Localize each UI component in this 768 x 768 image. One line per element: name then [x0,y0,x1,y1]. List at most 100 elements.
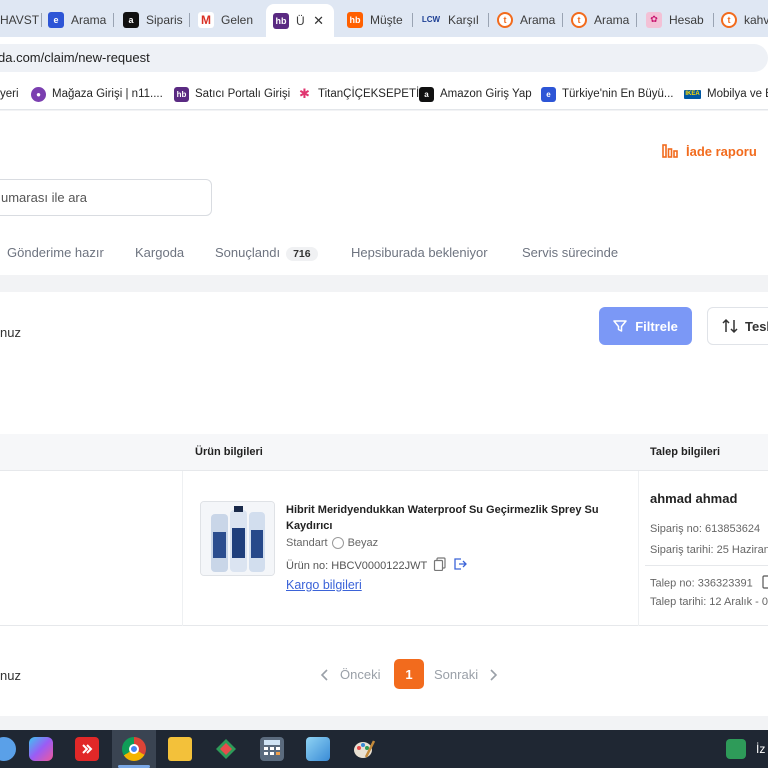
bookmark-label: Amazon Giriş Yap [440,88,532,100]
sort-button[interactable]: Tesl [707,307,768,345]
tab-separator [636,13,637,27]
calculator-icon[interactable] [260,737,284,761]
tab-completed[interactable]: Sonuçlandı 716 [215,245,318,261]
order-search-input[interactable]: umarası ile ara [0,179,212,216]
table-row: Hibrit Meridyendukkan Waterproof Su Geçi… [0,471,768,626]
filter-icon [613,320,627,332]
next-page-button[interactable]: Sonraki [434,667,500,682]
address-bar: da.com/claim/new-request [0,37,768,79]
tab-label: Müşte [370,12,403,27]
column-divider [638,471,639,626]
return-report-link[interactable]: İade raporu [662,142,757,161]
browser-tab[interactable]: e Arama [48,6,114,33]
shipping-info-link[interactable]: Kargo bilgileri [286,578,362,592]
notes-app-icon[interactable] [306,737,330,761]
ikea-icon: IKEA [684,89,701,99]
bookmark-item[interactable]: ● Mağaza Girişi | n11.... [31,85,163,103]
previous-label: Önceki [340,667,381,682]
tray-text: İz [756,742,766,756]
current-page-button[interactable]: 1 [394,659,424,689]
tab-label: kahve [744,12,768,27]
bookmark-item[interactable]: ✱ TitanÇİÇEKSEPETİ [297,85,419,103]
windows-taskbar: İz [0,730,768,768]
browser-tab[interactable]: ✿ Hesab [646,6,714,33]
order-date: Sipariş tarihi: 25 Haziran [650,544,768,556]
browser-tab[interactable]: M Gelen [198,6,260,33]
customer-name: ahmad ahmad [650,491,738,506]
color-swatch-icon [331,537,344,549]
previous-page-button[interactable]: Önceki [318,667,380,682]
chrome-icon[interactable] [122,737,146,761]
return-report-label: İade raporu [686,144,757,159]
tab-label: Arama [594,12,630,27]
tab-separator [488,13,489,27]
page-content: İade raporu umarası ile ara Gönderime ha… [0,111,768,730]
tab-ready-to-ship[interactable]: Gönderime hazır [7,245,104,260]
orange-circle-icon: t [571,11,587,28]
browser-tab[interactable]: hb Müşte [347,6,413,33]
product-number: Ürün no: HBCV0000122JWT [286,557,468,574]
bar-chart-icon [662,142,678,161]
bookmark-label: TitanÇİÇEKSEPETİ [318,88,420,100]
close-tab-icon[interactable]: ✕ [313,13,324,29]
tab-separator [713,13,714,27]
copy-icon[interactable] [433,557,447,574]
bookmark-item[interactable]: e Türkiye'nin En Büyü... [541,85,674,103]
tab-in-service[interactable]: Servis sürecinde [522,245,618,260]
bookmarks-bar: yeri ● Mağaza Girişi | n11.... hb Satıcı… [0,79,768,110]
browser-tab[interactable]: HAVST [0,6,42,33]
bookmark-item[interactable]: yeri [0,85,19,103]
filter-button[interactable]: Filtrele [599,307,692,345]
tab-separator [412,13,413,27]
bookmark-item[interactable]: IKEA Mobilya ve E [684,85,768,103]
snipping-tool-icon[interactable] [214,737,238,761]
browser-tab[interactable]: t Arama [571,6,637,33]
ciceksepeti-icon: ✱ [299,86,310,101]
product-thumbnail[interactable] [200,501,275,576]
ciceksepeti-icon: ✿ [646,11,662,28]
bookmark-label: Türkiye'nin En Büyü... [562,88,674,100]
tray-app-icon[interactable] [726,739,746,759]
search-site-icon: e [48,11,64,28]
external-link-icon[interactable] [453,557,468,574]
info-divider [645,565,768,566]
anydesk-icon[interactable] [75,737,99,761]
pagination-panel: nuz Önceki 1 Sonraki [0,626,768,716]
table-header: Ürün bilgileri Talep bilgileri [0,434,768,471]
gmail-icon: M [198,11,214,28]
paint-icon[interactable] [352,737,376,761]
copy-icon[interactable] [762,575,768,592]
product-number-text: Ürün no: HBCV0000122JWT [286,559,428,572]
browser-tab-active[interactable]: hb Ü ✕ [266,4,334,37]
bookmark-item[interactable]: a Amazon Giriş Yap [419,85,532,103]
tab-label: Siparis [146,12,183,27]
orange-circle-icon: t [721,11,737,28]
tab-label: HAVST [0,12,40,27]
url-field[interactable]: da.com/claim/new-request [0,44,768,72]
weather-icon[interactable] [0,737,16,761]
tab-in-cargo[interactable]: Kargoda [135,245,184,260]
browser-tab[interactable]: LCW Karşıl [421,6,489,33]
tab-label: Gelen [221,12,254,27]
bookmark-label: Mağaza Girişi | n11.... [52,88,163,100]
hepsiburada-icon: hb [273,12,289,29]
tab-waiting-hepsiburada[interactable]: Hepsiburada bekleniyor [351,245,488,260]
browser-tab[interactable]: a Siparis [123,6,190,33]
copilot-icon[interactable] [29,737,53,761]
sort-label: Tesl [745,318,768,334]
header-product-info: Ürün bilgileri [195,446,263,458]
orange-circle-icon: t [497,11,513,28]
browser-tab[interactable]: t kahve [721,6,768,33]
hepsiburada-icon: hb [174,86,189,102]
browser-tab-strip: HAVST e Arama a Siparis M Gelen hb Ü ✕ h… [0,0,768,37]
header-panel: İade raporu umarası ile ara Gönderime ha… [0,111,768,275]
variant-color: Beyaz [347,537,379,549]
browser-tab[interactable]: t Arama [497,6,563,33]
n11-icon: ● [31,86,46,102]
bookmark-label: yeri [0,88,19,100]
bookmark-item[interactable]: hb Satıcı Portalı Girişi [174,85,290,103]
tab-label: Ü [296,13,305,28]
toolbar-hint-text: nuz [0,325,21,340]
tab-label: Arama [71,12,107,27]
file-explorer-icon[interactable] [168,737,192,761]
